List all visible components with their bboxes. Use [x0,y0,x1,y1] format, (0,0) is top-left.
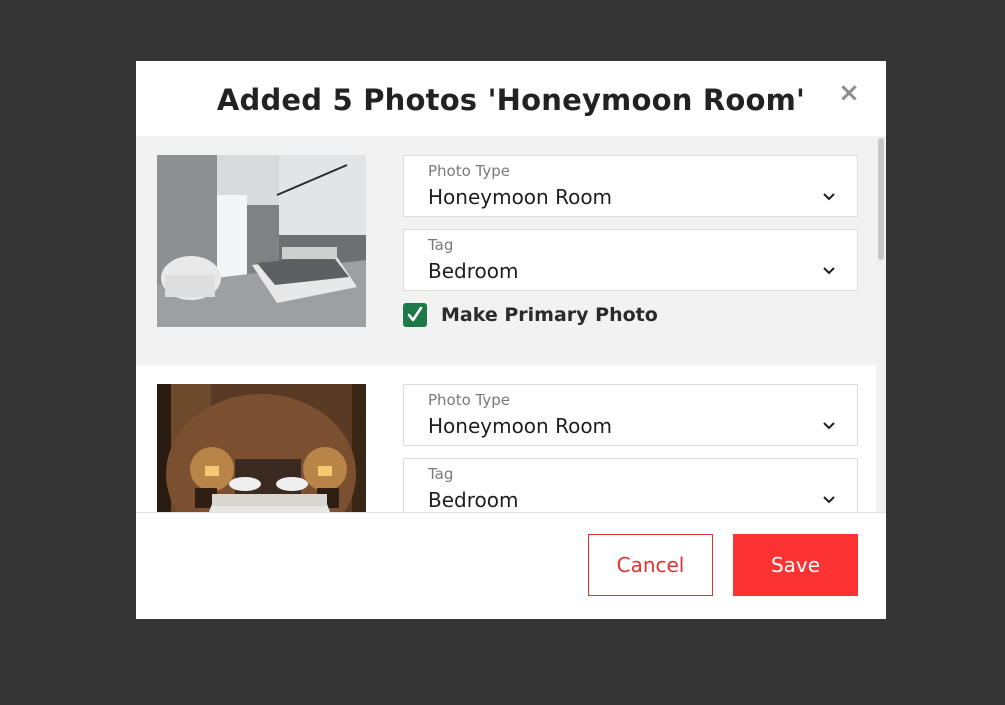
tag-select[interactable]: Tag Bedroom [403,229,858,291]
photo-type-value: Honeymoon Room [428,414,613,438]
save-button[interactable]: Save [733,534,858,596]
photo-list[interactable]: Photo Type Honeymoon Room Tag Bedroom Ma… [136,136,886,512]
scrollbar-thumb[interactable] [878,138,884,260]
modal-footer: Cancel Save [136,512,886,619]
photo-type-select[interactable]: Photo Type Honeymoon Room [403,384,858,446]
chevron-down-icon [823,422,835,430]
photo-type-label: Photo Type [428,162,511,180]
photo-type-label: Photo Type [428,391,511,409]
tag-value: Bedroom [428,488,519,512]
make-primary-photo-label: Make Primary Photo [441,304,658,326]
checkmark-icon [407,306,423,322]
chevron-down-icon [823,267,835,275]
upload-photos-modal: Added 5 Photos 'Honeymoon Room' × Photo … [136,61,886,619]
tag-value: Bedroom [428,259,519,283]
chevron-down-icon [823,496,835,504]
close-icon[interactable]: × [838,80,860,106]
scrollbar[interactable] [876,136,886,512]
tag-label: Tag [428,236,454,254]
photo-type-select[interactable]: Photo Type Honeymoon Room [403,155,858,217]
photo-item: Photo Type Honeymoon Room Tag Bedroom [136,136,877,365]
photo-thumbnail [157,155,366,327]
chevron-down-icon [823,193,835,201]
checkbox[interactable] [403,303,427,327]
cancel-button[interactable]: Cancel [588,534,713,596]
photo-type-value: Honeymoon Room [428,185,613,209]
photo-thumbnail [157,384,366,512]
make-primary-photo-checkbox[interactable]: Make Primary Photo [403,302,663,328]
tag-select[interactable]: Tag Bedroom [403,458,858,512]
modal-title: Added 5 Photos 'Honeymoon Room' [216,83,806,117]
photo-item: Photo Type Honeymoon Room Tag Bedroom [136,365,877,512]
tag-label: Tag [428,465,454,483]
